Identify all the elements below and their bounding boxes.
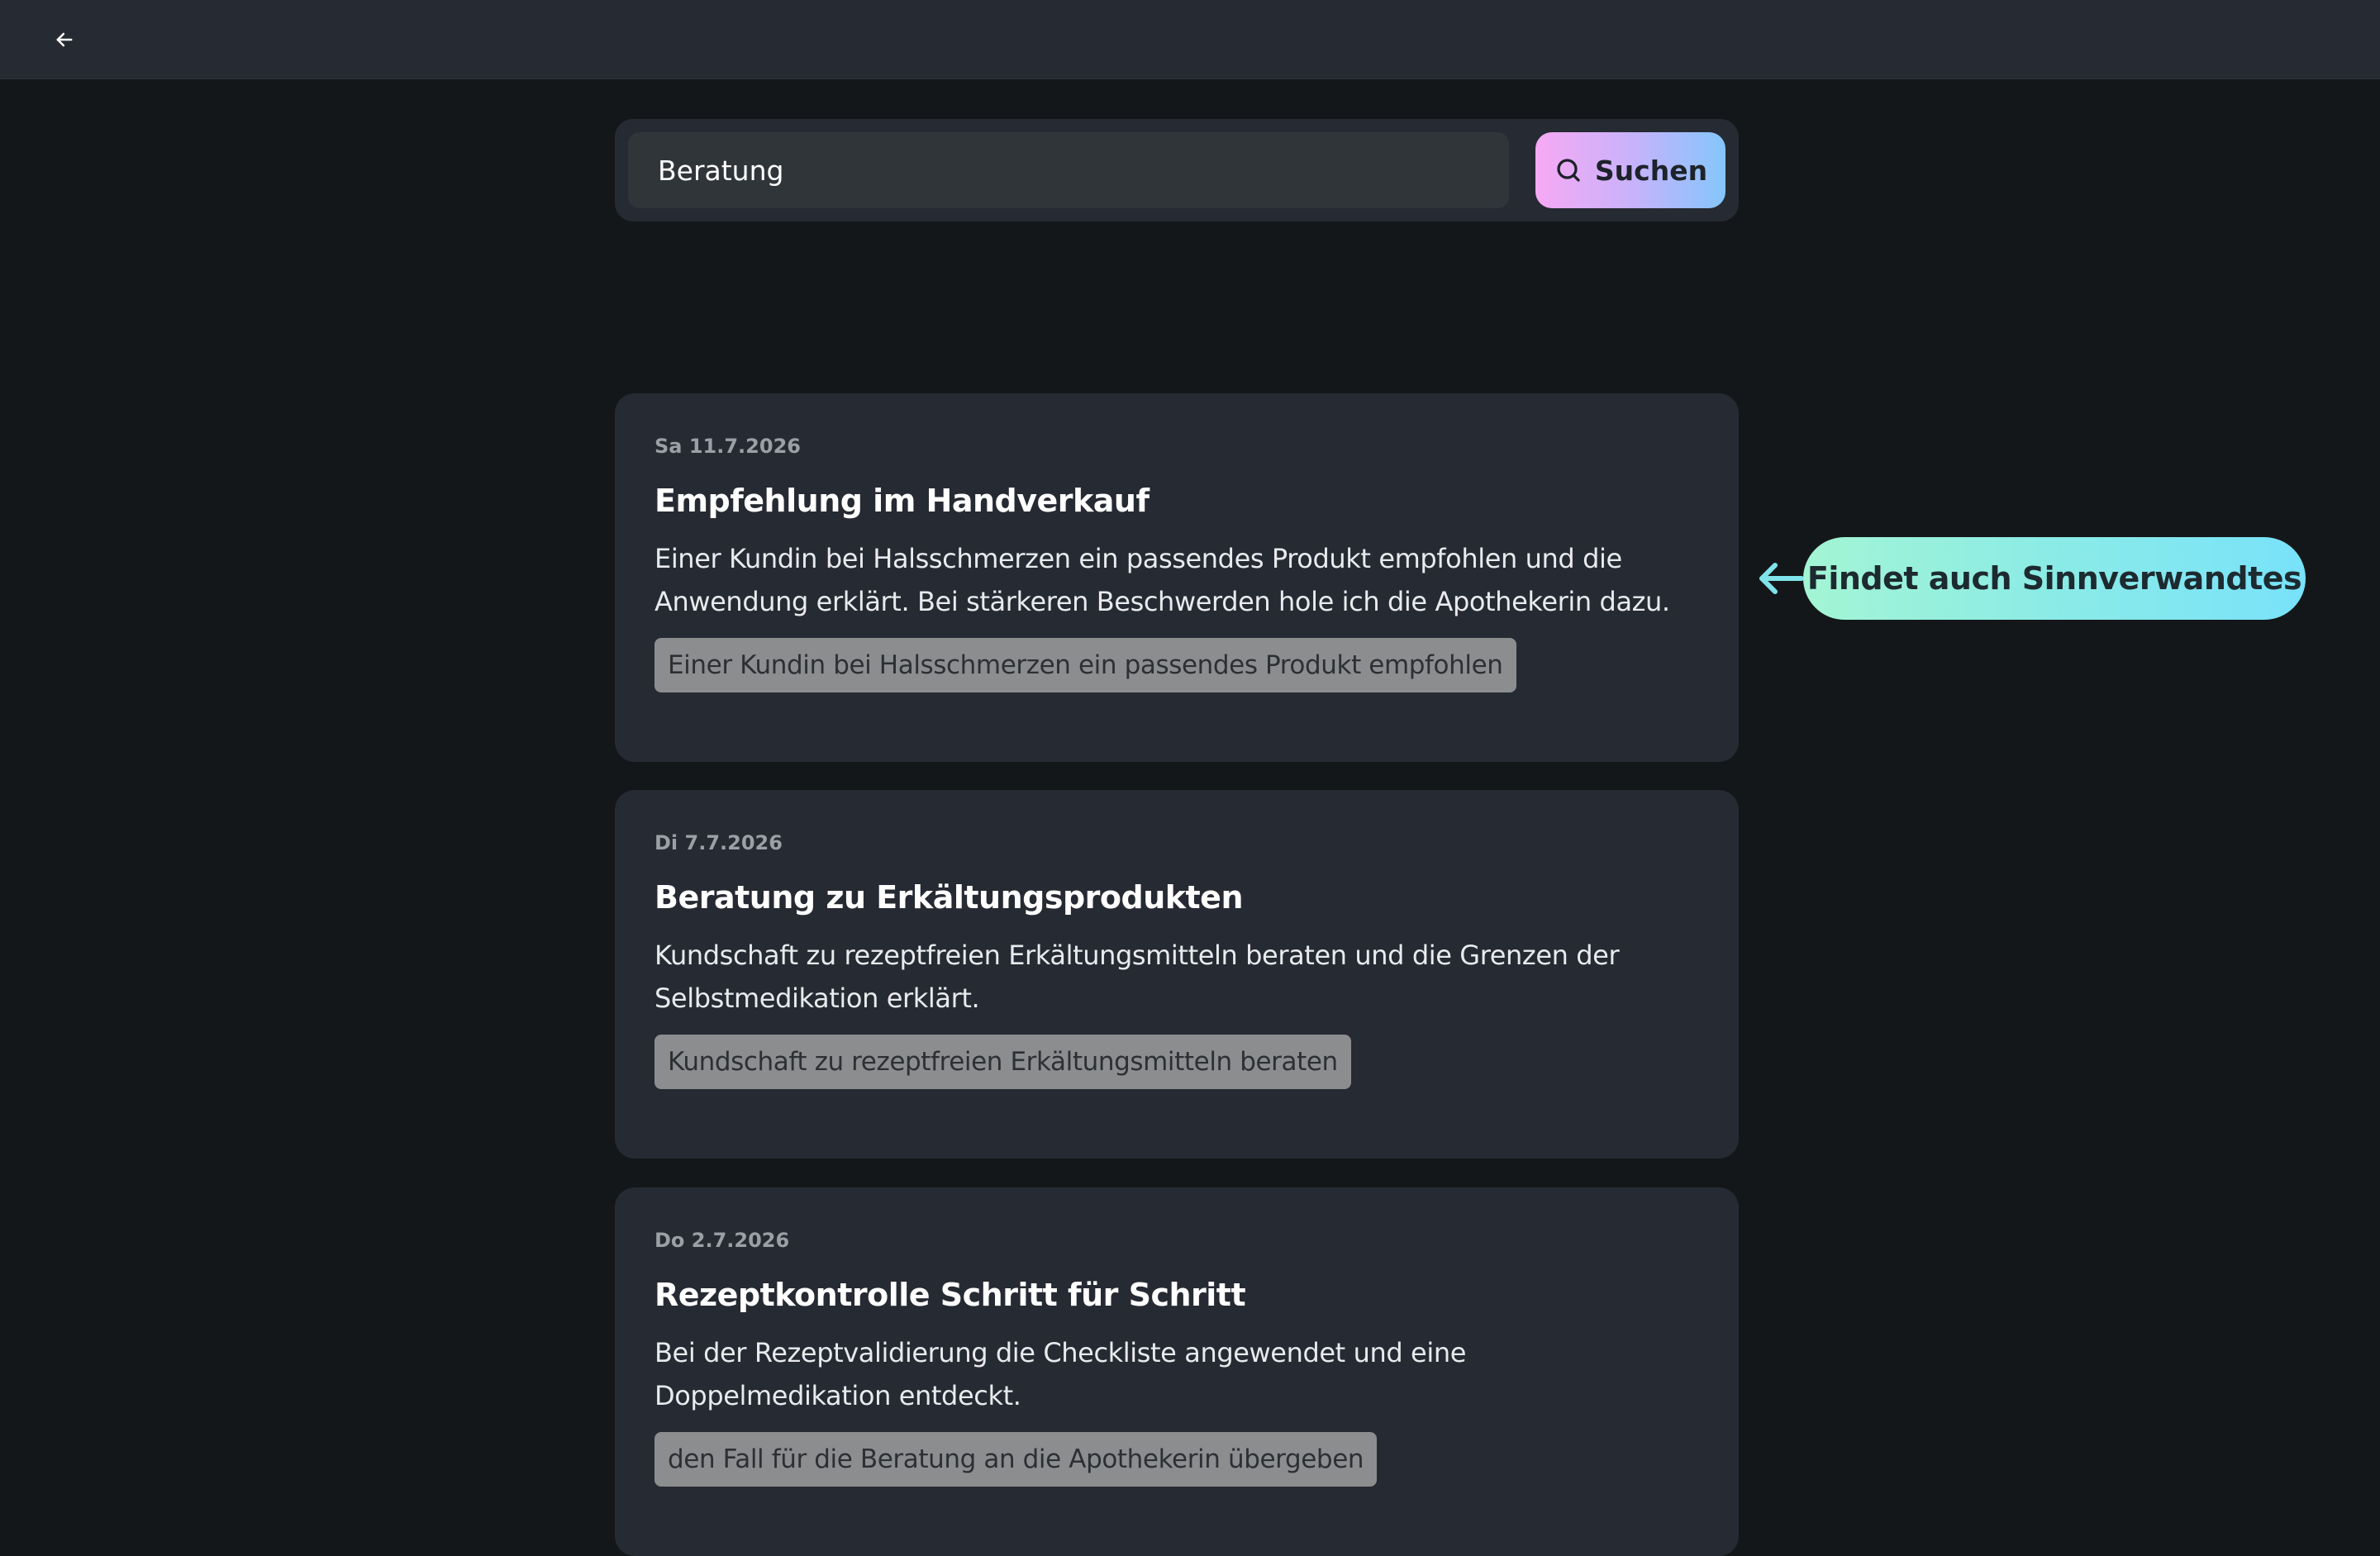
result-title: Empfehlung im Handverkauf [654,483,1150,519]
result-title: Rezeptkontrolle Schritt für Schritt [654,1277,1246,1313]
result-card[interactable]: Di 7.7.2026 Beratung zu Erkältungsproduk… [615,790,1739,1159]
search-bar: Suchen [615,119,1739,221]
result-body: Kundschaft zu rezeptfreien Erkältungsmit… [654,940,1620,1014]
result-date: Do 2.7.2026 [654,1229,790,1252]
search-button-label: Suchen [1594,154,1708,187]
feature-callout: Findet auch Sinnverwandtes [1803,537,2306,620]
result-body: Bei der Rezeptvalidierung die Checkliste… [654,1337,1466,1411]
top-bar [0,0,2380,79]
callout-label: Findet auch Sinnverwandtes [1806,560,2302,597]
result-date: Sa 11.7.2026 [654,435,801,458]
arrow-left-icon [1759,563,1804,594]
match-highlight: Kundschaft zu rezeptfreien Erkältungsmit… [654,1035,1351,1089]
result-body: Einer Kundin bei Halsschmerzen ein passe… [654,543,1670,617]
result-card[interactable]: Sa 11.7.2026 Empfehlung im Handverkauf E… [615,393,1739,762]
result-card[interactable]: Do 2.7.2026 Rezeptkontrolle Schritt für … [615,1187,1739,1556]
search-input[interactable] [628,132,1509,208]
result-date: Di 7.7.2026 [654,831,783,854]
arrow-left-icon [56,32,73,47]
search-button[interactable]: Suchen [1535,132,1726,208]
search-icon [1557,159,1580,182]
match-highlight: Einer Kundin bei Halsschmerzen ein passe… [654,638,1516,692]
result-title: Beratung zu Erkältungsprodukten [654,879,1244,916]
back-button[interactable] [45,21,84,58]
match-highlight: den Fall für die Beratung an die Apothek… [654,1432,1378,1487]
